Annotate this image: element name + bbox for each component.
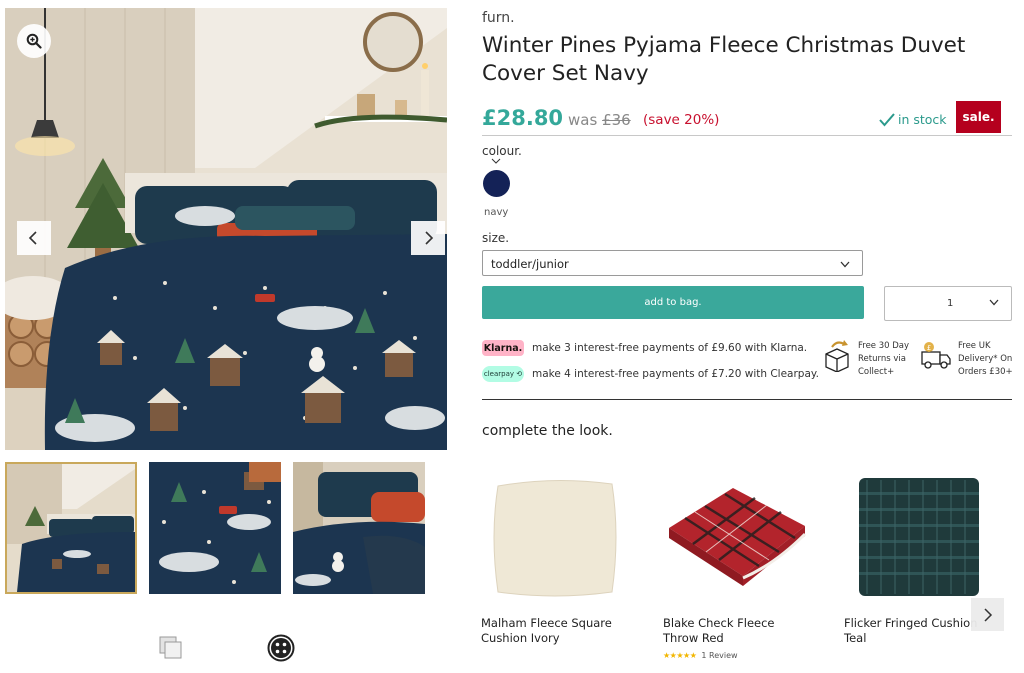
image-stack-button[interactable] [156,633,186,663]
bedroom-scene-image [5,8,447,450]
thumbnail-1[interactable] [5,462,137,594]
gallery-tools [0,633,452,665]
product-card-name[interactable]: Blake Check Fleece Throw Red [663,616,813,646]
was-price-prefix: was [568,111,598,129]
product-card-name[interactable]: Malham Fleece Square Cushion Ivory [481,616,631,646]
thumbnail-strip [5,462,427,594]
price-row: £28.80 was £36 (save 20%) in stock sale. [482,101,1012,136]
current-price: £28.80 [482,106,564,130]
chevron-down-icon [491,157,501,167]
product-card[interactable]: Malham Fleece Square Cushion Ivory [481,466,631,646]
thumbnail-bedroom-image [7,464,135,592]
klarna-text: make 3 interest-free payments of £9.60 w… [532,342,808,354]
chevron-down-icon [989,298,999,309]
thumbnail-pillow-detail-image [293,462,425,594]
ivory-cushion-image [493,479,616,597]
product-title: Winter Pines Pyjama Fleece Christmas Duv… [482,33,966,86]
colour-label: colour. [482,144,522,158]
review-count[interactable]: 1 Review [701,651,737,660]
chevron-right-icon [425,231,434,245]
more-options-button[interactable] [266,633,296,663]
klarna-row[interactable]: Klarna. make 3 interest-free payments of… [482,339,807,357]
chevron-left-icon [28,231,37,245]
size-label: size. [482,231,510,245]
product-rating: ★★★★★ 1 Review [663,651,813,660]
product-image[interactable] [481,466,626,606]
brand-name[interactable]: furn. [482,10,515,26]
delivery-usp: £ Free UK Delivery* On Orders £30+ [920,340,1014,379]
checkmark-icon [879,112,895,127]
complete-the-look-heading: complete the look. [482,423,613,439]
sale-badge: sale. [956,101,1001,133]
product-image[interactable] [663,466,808,606]
image-stack-icon [159,636,182,659]
was-price-value: £36 [602,111,631,129]
thumbnail-2[interactable] [149,462,281,594]
teal-fringed-cushion-image [858,478,979,596]
delivery-usp-text: Free UK Delivery* On Orders £30+ [958,341,1013,377]
chevron-down-icon [840,257,850,271]
zoom-in-icon [26,33,42,49]
more-dots-icon [267,634,295,662]
quantity-value: 1 [947,298,954,309]
saving-text: (save 20%) [643,112,720,128]
star-rating-icons: ★★★★★ [663,651,697,660]
carousel-next-button[interactable] [971,598,1004,631]
returns-usp-text: Free 30 Day Returns via Collect+ [858,341,910,377]
red-check-throw-image [669,488,807,586]
quantity-select[interactable]: 1 [884,286,1012,321]
svg-text:£: £ [927,344,931,352]
thumbnail-3[interactable] [293,462,425,594]
section-divider [482,399,1012,400]
clearpay-text: make 4 interest-free payments of £7.20 w… [532,368,819,380]
selected-colour-name: navy [484,207,509,218]
chevron-right-icon [983,607,992,622]
product-image[interactable] [844,466,989,606]
size-select-value: toddler/junior [491,257,569,271]
clearpay-row[interactable]: clearpay ⟲ make 4 interest-free payments… [482,365,819,383]
next-image-button[interactable] [411,221,445,255]
previous-image-button[interactable] [17,221,51,255]
stock-status: in stock [879,112,947,127]
returns-usp: Free 30 Day Returns via Collect+ [822,340,914,379]
product-card[interactable]: Blake Check Fleece Throw Red ★★★★★ 1 Rev… [663,466,813,660]
zoom-button[interactable] [17,24,51,58]
colour-swatch-navy[interactable] [483,170,510,197]
was-price: was £36 [568,111,631,129]
klarna-badge: Klarna. [482,340,524,356]
stock-status-text: in stock [898,112,947,127]
delivery-van-icon: £ [921,342,951,369]
size-select[interactable]: toddler/junior [482,250,863,276]
thumbnail-pattern-closeup-image [149,462,281,594]
returns-box-icon [825,340,849,372]
add-to-bag-button[interactable]: add to bag. [482,286,864,319]
clearpay-badge: clearpay ⟲ [482,366,524,382]
clearpay-badge-text: clearpay [483,370,515,378]
main-product-image[interactable] [5,8,447,450]
